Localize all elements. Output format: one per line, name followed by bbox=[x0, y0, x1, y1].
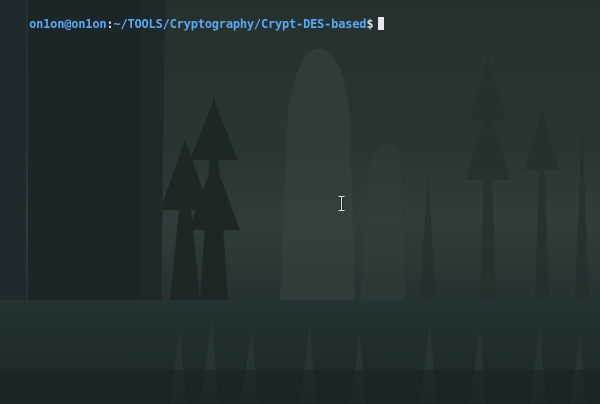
prompt-user-host: on1on@on1on bbox=[29, 17, 107, 31]
ibeam-cursor-icon bbox=[338, 196, 345, 211]
shell-prompt[interactable]: on1on@on1on:~/TOOLS/Cryptography/Crypt-D… bbox=[1, 2, 385, 31]
text-cursor bbox=[378, 17, 385, 30]
prompt-path: ~/TOOLS/Cryptography/Crypt-DES-based bbox=[113, 17, 367, 31]
forest-wallpaper bbox=[0, 0, 600, 404]
prompt-symbol: $ bbox=[366, 17, 374, 31]
terminal-window[interactable]: on1on@on1on:~/TOOLS/Cryptography/Crypt-D… bbox=[0, 0, 600, 404]
